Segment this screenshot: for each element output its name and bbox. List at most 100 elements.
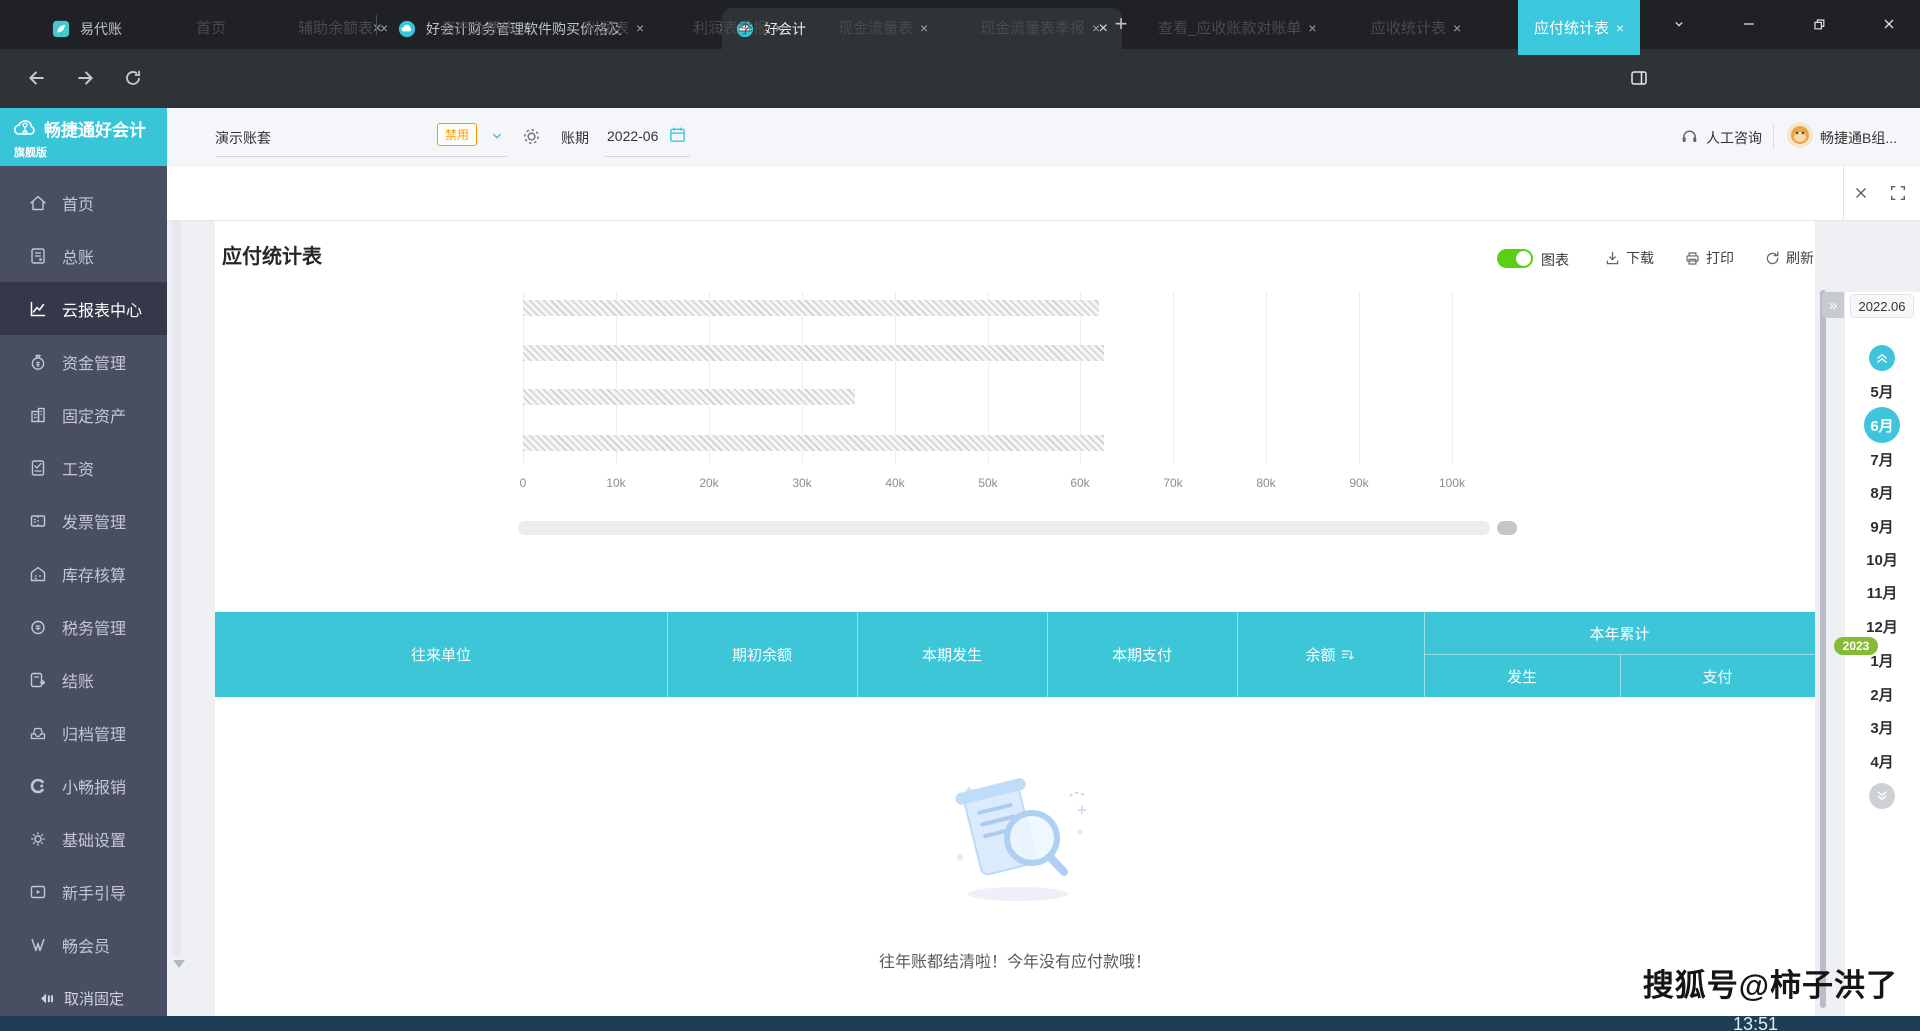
month-item-may[interactable]: 5月 <box>1844 381 1920 402</box>
report-tab-close-icon[interactable]: × <box>523 20 531 36</box>
account-set-underline <box>215 156 507 157</box>
report-tab-close-icon[interactable]: × <box>920 20 928 36</box>
sidebar-item-member[interactable]: 畅会员 <box>0 918 167 971</box>
month-item-february[interactable]: 2月 <box>1844 684 1920 705</box>
chart-horizontal-scrollbar[interactable] <box>518 521 1490 535</box>
report-tab-income-statement[interactable]: 利润表× <box>584 0 644 55</box>
panel-collapse-button[interactable]: » <box>1822 292 1844 318</box>
side-panel-icon[interactable] <box>1622 61 1656 95</box>
x-tick: 50k <box>966 476 1010 490</box>
report-tab-home[interactable]: 首页 <box>196 0 226 55</box>
sidebar-item-general-ledger[interactable]: 总账 <box>0 229 167 282</box>
forward-icon[interactable] <box>68 61 102 95</box>
sidebar-item-label: 发票管理 <box>62 509 126 533</box>
close-all-tabs-icon[interactable] <box>1852 184 1870 202</box>
account-set-select[interactable]: 演示账套 <box>215 128 271 148</box>
new-tab-button[interactable]: + <box>1106 10 1136 40</box>
report-tab-close-icon[interactable]: × <box>1616 20 1624 36</box>
sidebar-item-label: 畅会员 <box>62 933 110 957</box>
app-logo-block[interactable]: 畅捷通好会计 旗舰版 <box>0 108 167 166</box>
print-button[interactable]: 打印 <box>1684 248 1734 268</box>
column-header-period-incurred: 本期发生 <box>857 612 1047 697</box>
column-label: 发生 <box>1507 666 1537 687</box>
sidebar-item-home[interactable]: 首页 <box>0 176 167 229</box>
column-header-opening-balance: 期初余额 <box>667 612 857 697</box>
sort-icon[interactable] <box>1340 647 1356 663</box>
report-tab-cash-flow-quarterly[interactable]: 现金流量表季报× <box>980 0 1100 55</box>
column-label: 往来单位 <box>411 644 471 665</box>
sidebar-item-cloud-reports[interactable]: 云报表中心 <box>0 282 167 335</box>
page-title: 应付统计表 <box>222 240 322 269</box>
month-item-september[interactable]: 9月 <box>1844 516 1920 537</box>
calendar-icon[interactable] <box>668 125 687 144</box>
chart-toggle[interactable] <box>1497 249 1533 268</box>
account-dropdown-chevron-icon[interactable] <box>490 129 504 143</box>
browser-tab-haokuaiji-pricing[interactable]: 好会计财务管理软件购买价格及 × <box>384 8 742 49</box>
report-tab-close-icon[interactable]: × <box>380 20 388 36</box>
sidebar-item-invoices[interactable]: 发票管理 <box>0 494 167 547</box>
report-tab-income-quarterly[interactable]: 利润表季报× <box>693 0 783 55</box>
user-name[interactable]: 畅捷通B组... <box>1820 128 1897 148</box>
window-minimize-icon[interactable] <box>1732 7 1766 41</box>
month-item-august[interactable]: 8月 <box>1844 482 1920 503</box>
period-value[interactable]: 2022-06 <box>607 128 658 144</box>
bar <box>523 435 1104 451</box>
app-logo-title: 畅捷通好会计 <box>44 116 146 141</box>
report-tab-close-icon[interactable]: × <box>1092 20 1100 36</box>
month-item-october[interactable]: 10月 <box>1844 549 1920 570</box>
reload-icon[interactable] <box>116 61 150 95</box>
report-tab-close-icon[interactable]: × <box>1453 20 1461 36</box>
scroll-down-arrow-icon[interactable] <box>173 960 185 968</box>
sidebar-item-fixed-assets[interactable]: 固定资产 <box>0 388 167 441</box>
sidebar-item-archive[interactable]: 归档管理 <box>0 706 167 759</box>
disabled-tag: 禁用 <box>437 123 477 146</box>
window-menu-chevron-icon[interactable] <box>1662 7 1696 41</box>
fullscreen-icon[interactable] <box>1889 184 1907 202</box>
refresh-button[interactable]: 刷新 <box>1764 248 1814 268</box>
sidebar-scrollbar-track[interactable] <box>172 190 181 956</box>
sidebar-item-guide[interactable]: 新手引导 <box>0 865 167 918</box>
x-tick: 0 <box>501 476 545 490</box>
sidebar-item-inventory[interactable]: 库存核算 <box>0 547 167 600</box>
download-button[interactable]: 下载 <box>1604 248 1654 268</box>
settings-gear-icon[interactable] <box>521 126 542 147</box>
avatar[interactable] <box>1786 121 1814 149</box>
content-vertical-scrollbar[interactable] <box>1820 290 1826 1008</box>
report-tab-payable-stats-active[interactable]: 应付统计表× <box>1518 0 1640 55</box>
month-item-july[interactable]: 7月 <box>1844 449 1920 470</box>
yidaizhang-favicon <box>52 20 70 38</box>
report-tab-close-icon[interactable]: × <box>1308 20 1316 36</box>
sidebar-item-tax[interactable]: 税务管理 <box>0 600 167 653</box>
sidebar-item-reimburse[interactable]: 小畅报销 <box>0 759 167 812</box>
header-divider <box>1773 124 1774 149</box>
sidebar-unpin-button[interactable]: 取消固定 <box>38 988 124 1009</box>
month-item-april[interactable]: 4月 <box>1844 751 1920 772</box>
sidebar-item-funds[interactable]: 资金管理 <box>0 335 167 388</box>
sidebar-nav: 首页 总账 云报表中心 资金管理 固定资产 工资 发票管理 库存核算 税务管理 … <box>0 166 167 1016</box>
months-scroll-down-button[interactable] <box>1869 783 1895 809</box>
month-item-november[interactable]: 11月 <box>1844 582 1920 603</box>
back-icon[interactable] <box>20 61 54 95</box>
report-tab-receivable-stats[interactable]: 应收统计表× <box>1371 0 1461 55</box>
sidebar-item-salary[interactable]: 工资 <box>0 441 167 494</box>
sidebar-item-closing[interactable]: 结账 <box>0 653 167 706</box>
report-tab-close-icon[interactable]: × <box>636 20 644 36</box>
column-label: 本期发生 <box>922 644 982 665</box>
month-item-june-active[interactable]: 6月 <box>1864 407 1900 443</box>
column-label: 余额 <box>1305 644 1335 665</box>
report-tab-balance-sheet[interactable]: 资产负债表× <box>441 0 531 55</box>
window-restore-icon[interactable] <box>1802 7 1836 41</box>
month-item-december[interactable]: 12月 <box>1844 616 1920 637</box>
report-tab-close-icon[interactable]: × <box>775 20 783 36</box>
months-scroll-up-button[interactable] <box>1869 345 1895 371</box>
report-tab-auxiliary-balance[interactable]: 辅助余额表 × <box>298 0 388 55</box>
month-item-march[interactable]: 3月 <box>1844 717 1920 738</box>
x-tick: 80k <box>1244 476 1288 490</box>
report-tab-label: 辅助余额表 <box>298 17 373 38</box>
support-link[interactable]: 人工咨询 <box>1706 128 1762 148</box>
chart-scrollbar-thumb[interactable] <box>1497 521 1517 535</box>
window-close-icon[interactable] <box>1872 7 1906 41</box>
report-tab-receivable-statement[interactable]: 查看_应收账款对账单× <box>1158 0 1317 55</box>
sidebar-item-settings[interactable]: 基础设置 <box>0 812 167 865</box>
report-tab-cash-flow[interactable]: 现金流量表× <box>838 0 928 55</box>
